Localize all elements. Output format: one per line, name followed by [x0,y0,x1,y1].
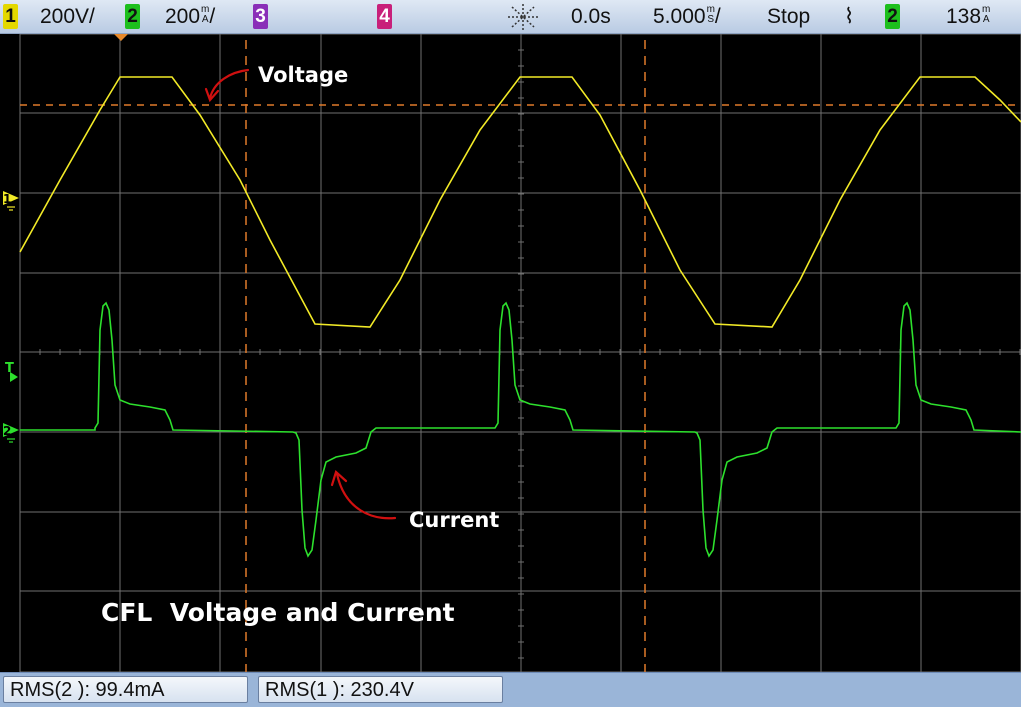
channel-4-indicator[interactable]: 4 [377,4,392,29]
status-bar: 1 200V/ 2 200m A/ 3 4 0.0s 5.000m S/ Stop … [0,0,1021,34]
waveform-display[interactable]: 1 T 2 Voltage Current CFL Voltage and Cu… [0,34,1021,672]
channel-2-indicator[interactable]: 2 [125,4,140,29]
channel-1-ground-marker[interactable]: 1 [3,191,19,211]
channel-2-ground-marker[interactable]: 2 [3,423,19,443]
channel-1-scale[interactable]: 200V/ [40,5,95,29]
trigger-position-marker[interactable] [114,34,128,41]
trigger-source-indicator[interactable]: 2 [885,4,900,29]
caption: CFL Voltage and Current [101,598,455,627]
voltage-label: Voltage [258,63,348,87]
rms-channel-1-measurement[interactable]: RMS(1 ): 230.4V [258,676,503,703]
channel-1-indicator[interactable]: 1 [3,4,18,29]
trigger-delay[interactable]: 0.0s [571,5,611,29]
channel-1-marker-label: 1 [3,192,11,206]
acquisition-icon [508,4,538,30]
measurement-bar: RMS(2 ): 99.4mA RMS(1 ): 230.4V [0,672,1021,707]
channel-2-scale[interactable]: 200m A/ [165,5,215,29]
channel-2-marker-label: 2 [3,424,11,438]
channel-3-indicator[interactable]: 3 [253,4,268,29]
current-label: Current [409,508,499,532]
graticule [19,34,1021,672]
trigger-slope-icon: ⌇ [844,5,855,28]
trigger-level[interactable]: 138m A [946,5,990,29]
timebase-scale[interactable]: 5.000m S/ [653,5,721,29]
rms-channel-2-measurement[interactable]: RMS(2 ): 99.4mA [3,676,248,703]
run-state[interactable]: Stop [767,5,810,29]
trigger-level-marker[interactable]: T [5,361,18,382]
